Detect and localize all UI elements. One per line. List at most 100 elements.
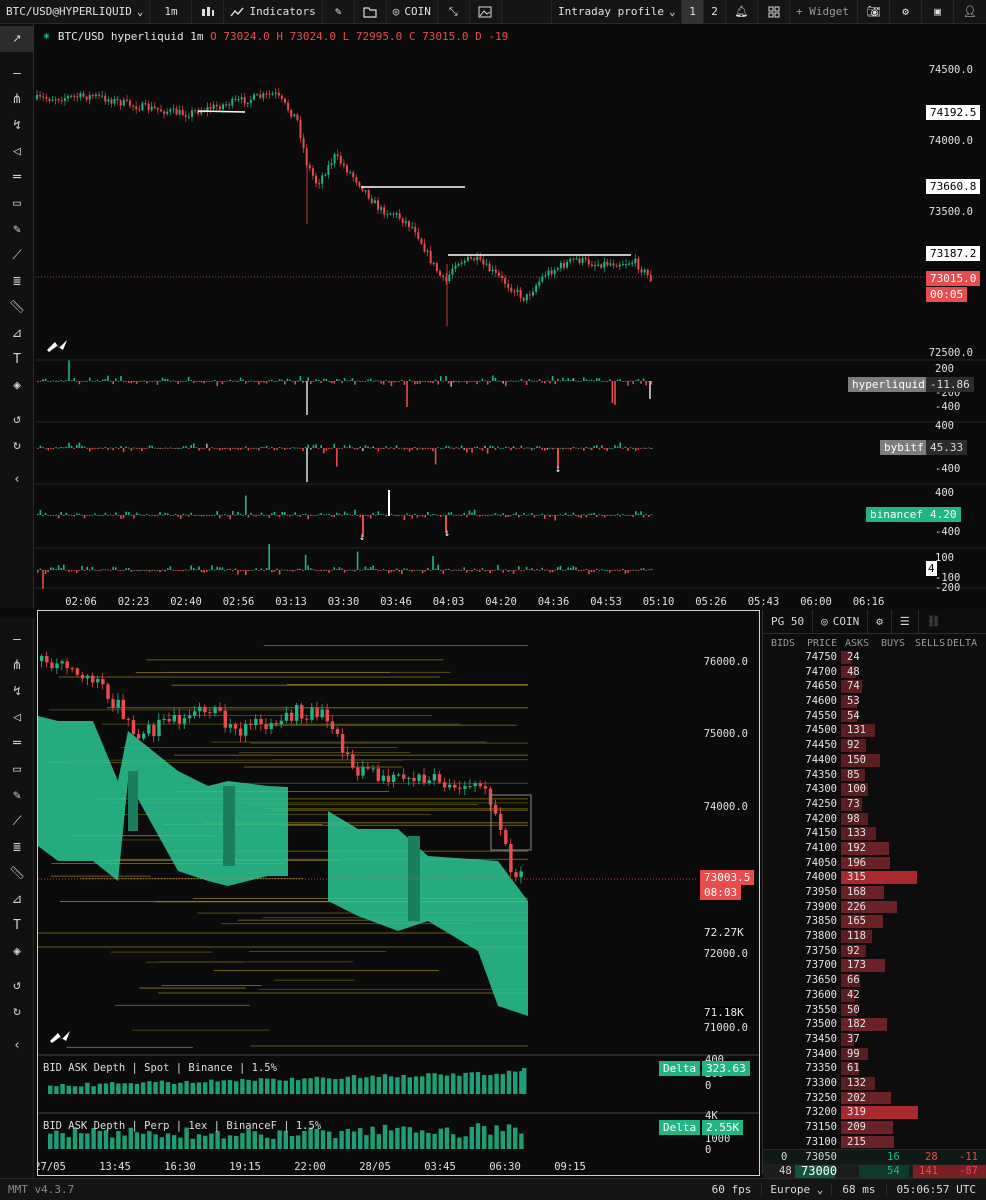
ob-row[interactable]: 74750 24 <box>763 650 986 665</box>
ob-row[interactable]: 73350 61 <box>763 1061 986 1076</box>
volume-bar <box>533 515 536 518</box>
ob-row[interactable]: 73600 42 <box>763 988 986 1003</box>
arrow-tool-2[interactable]: ◁ <box>0 704 34 730</box>
ob-row[interactable]: 74600 53 <box>763 694 986 709</box>
redo-button[interactable]: ↻ <box>0 432 34 458</box>
ob-row[interactable]: 74300 100 <box>763 782 986 797</box>
volume-bar <box>593 446 595 448</box>
indicators-button[interactable]: Indicators <box>224 0 323 24</box>
hline-tool-2[interactable]: — <box>0 626 34 652</box>
ob-row[interactable]: 73250 202 <box>763 1091 986 1106</box>
parallel-tool[interactable]: ═ <box>0 164 34 190</box>
redo-button-2[interactable]: ↻ <box>0 998 34 1024</box>
heatmap-chart-bottom[interactable]: 76000.075000.074000.072000.071000.040020… <box>37 610 760 1176</box>
text-tool[interactable]: T <box>0 346 34 372</box>
ob-row[interactable]: 73700 173 <box>763 958 986 973</box>
price-chart-top[interactable]: ↓↓ ↓ 74500.074000.073500.072500.0200-200-… <box>35 24 986 610</box>
ob-row[interactable]: 73200 319 <box>763 1105 986 1120</box>
brush-tool-2[interactable]: ✎ <box>0 782 34 808</box>
interval-selector[interactable]: 1m <box>150 0 193 24</box>
parallel-tool-2[interactable]: ═ <box>0 730 34 756</box>
arrow-tool[interactable]: ◁ <box>0 138 34 164</box>
ob-row[interactable]: 74350 85 <box>763 768 986 783</box>
ob-row[interactable]: 74050 196 <box>763 856 986 871</box>
projection-tool[interactable]: ⊿ <box>0 320 34 346</box>
layers-tool-2[interactable]: ◈ <box>0 938 34 964</box>
candle-type-button[interactable] <box>192 0 225 24</box>
draw-button[interactable]: ✎ <box>323 0 355 24</box>
level-line-1[interactable] <box>197 110 246 113</box>
path-tool[interactable]: ↯ <box>0 112 34 138</box>
fork-tool[interactable]: ⋔ <box>0 86 34 112</box>
cursor-tool[interactable]: ➚ <box>0 26 34 52</box>
ob-row[interactable]: 74450 92 <box>763 738 986 753</box>
coin-button[interactable]: ◎ COIN <box>387 0 438 24</box>
ob-settings-button[interactable]: ⚙ <box>868 609 892 634</box>
layout-2-button[interactable]: 2 <box>704 0 726 24</box>
trend-tool-2[interactable]: ⟋ <box>0 808 34 834</box>
countdown-label: 00:05 <box>926 287 968 302</box>
brush-tool[interactable]: ✎ <box>0 216 34 242</box>
ob-row[interactable]: 73750 92 <box>763 944 986 959</box>
ob-row[interactable]: 73500 182 <box>763 1017 986 1032</box>
grid-button[interactable] <box>758 0 790 24</box>
ob-link-button[interactable]: ⛓ <box>919 610 949 634</box>
undo-button[interactable]: ↺ <box>0 406 34 432</box>
ob-row[interactable]: 73650 66 <box>763 973 986 988</box>
ob-row[interactable]: 74700 48 <box>763 665 986 680</box>
ob-row[interactable]: 73150 209 <box>763 1120 986 1135</box>
ob-row[interactable]: 74250 73 <box>763 797 986 812</box>
alerts-button[interactable]: 🔔︎ <box>726 0 758 24</box>
ruler-tool-2[interactable]: 📏︎ <box>0 860 34 886</box>
account-button[interactable]: 👤︎ <box>954 0 986 24</box>
rect-tool-2[interactable]: ▭ <box>0 756 34 782</box>
projection-tool-2[interactable]: ⊿ <box>0 886 34 912</box>
hline-tool[interactable]: — <box>0 60 34 86</box>
volume-bar <box>273 448 276 451</box>
bot-button[interactable]: ▣ <box>922 0 954 24</box>
text-tool-2[interactable]: T <box>0 912 34 938</box>
undo-button-2[interactable]: ↺ <box>0 972 34 998</box>
ob-row[interactable]: 73300 132 <box>763 1076 986 1091</box>
ob-row[interactable]: 74400 150 <box>763 753 986 768</box>
ob-row[interactable]: 74650 74 <box>763 679 986 694</box>
add-widget-button[interactable]: + Widget <box>790 0 858 24</box>
ob-row[interactable]: 74500 131 <box>763 723 986 738</box>
fork-tool-2[interactable]: ⋔ <box>0 652 34 678</box>
region-selector[interactable]: Europe ⌄ <box>762 1183 833 1196</box>
ob-row[interactable]: 73550 50 <box>763 1003 986 1018</box>
ob-row[interactable]: 74200 98 <box>763 812 986 827</box>
trend-tool[interactable]: ⟋ <box>0 242 34 268</box>
path-tool-2[interactable]: ↯ <box>0 678 34 704</box>
ob-row[interactable]: 73450 37 <box>763 1032 986 1047</box>
ob-row[interactable]: 73850 165 <box>763 914 986 929</box>
rect-tool[interactable]: ▭ <box>0 190 34 216</box>
coin-toggle[interactable]: ◎ COIN <box>813 609 869 634</box>
ruler-tool[interactable]: 📏︎ <box>0 294 34 320</box>
ob-row[interactable]: 73100 215 <box>763 1135 986 1150</box>
fullscreen-button[interactable]: ⤡ <box>438 0 470 24</box>
ob-row[interactable]: 74100 192 <box>763 841 986 856</box>
grouping-selector[interactable]: PG 50 <box>763 609 814 634</box>
symbol-selector[interactable]: BTC/USD@HYPERLIQUID ⌄ <box>0 0 151 24</box>
volume-bar <box>427 567 429 570</box>
profile-selector[interactable]: Intraday profile ⌄ <box>552 0 682 24</box>
ob-row[interactable]: 73400 99 <box>763 1047 986 1062</box>
ob-row[interactable]: 73800 118 <box>763 929 986 944</box>
ob-row[interactable]: 74550 54 <box>763 709 986 724</box>
ob-row[interactable]: 74150 133 <box>763 826 986 841</box>
ob-list-button[interactable]: ☰ <box>892 609 919 634</box>
collapse-button[interactable]: ‹ <box>0 466 34 492</box>
folder-button[interactable] <box>355 0 387 24</box>
layers-tool[interactable]: ◈ <box>0 372 34 398</box>
fib-tool-2[interactable]: ≣ <box>0 834 34 860</box>
fib-tool[interactable]: ≣ <box>0 268 34 294</box>
camera-button[interactable]: 📷︎ <box>858 0 890 24</box>
ob-row[interactable]: 73900 226 <box>763 900 986 915</box>
settings-button[interactable]: ⚙ <box>890 0 922 24</box>
ob-row[interactable]: 74000 315 <box>763 870 986 885</box>
layout-1-button[interactable]: 1 <box>682 0 704 24</box>
screenshot-button[interactable] <box>470 0 502 24</box>
ob-row[interactable]: 73950 168 <box>763 885 986 900</box>
collapse-button-2[interactable]: ‹ <box>0 1032 34 1058</box>
